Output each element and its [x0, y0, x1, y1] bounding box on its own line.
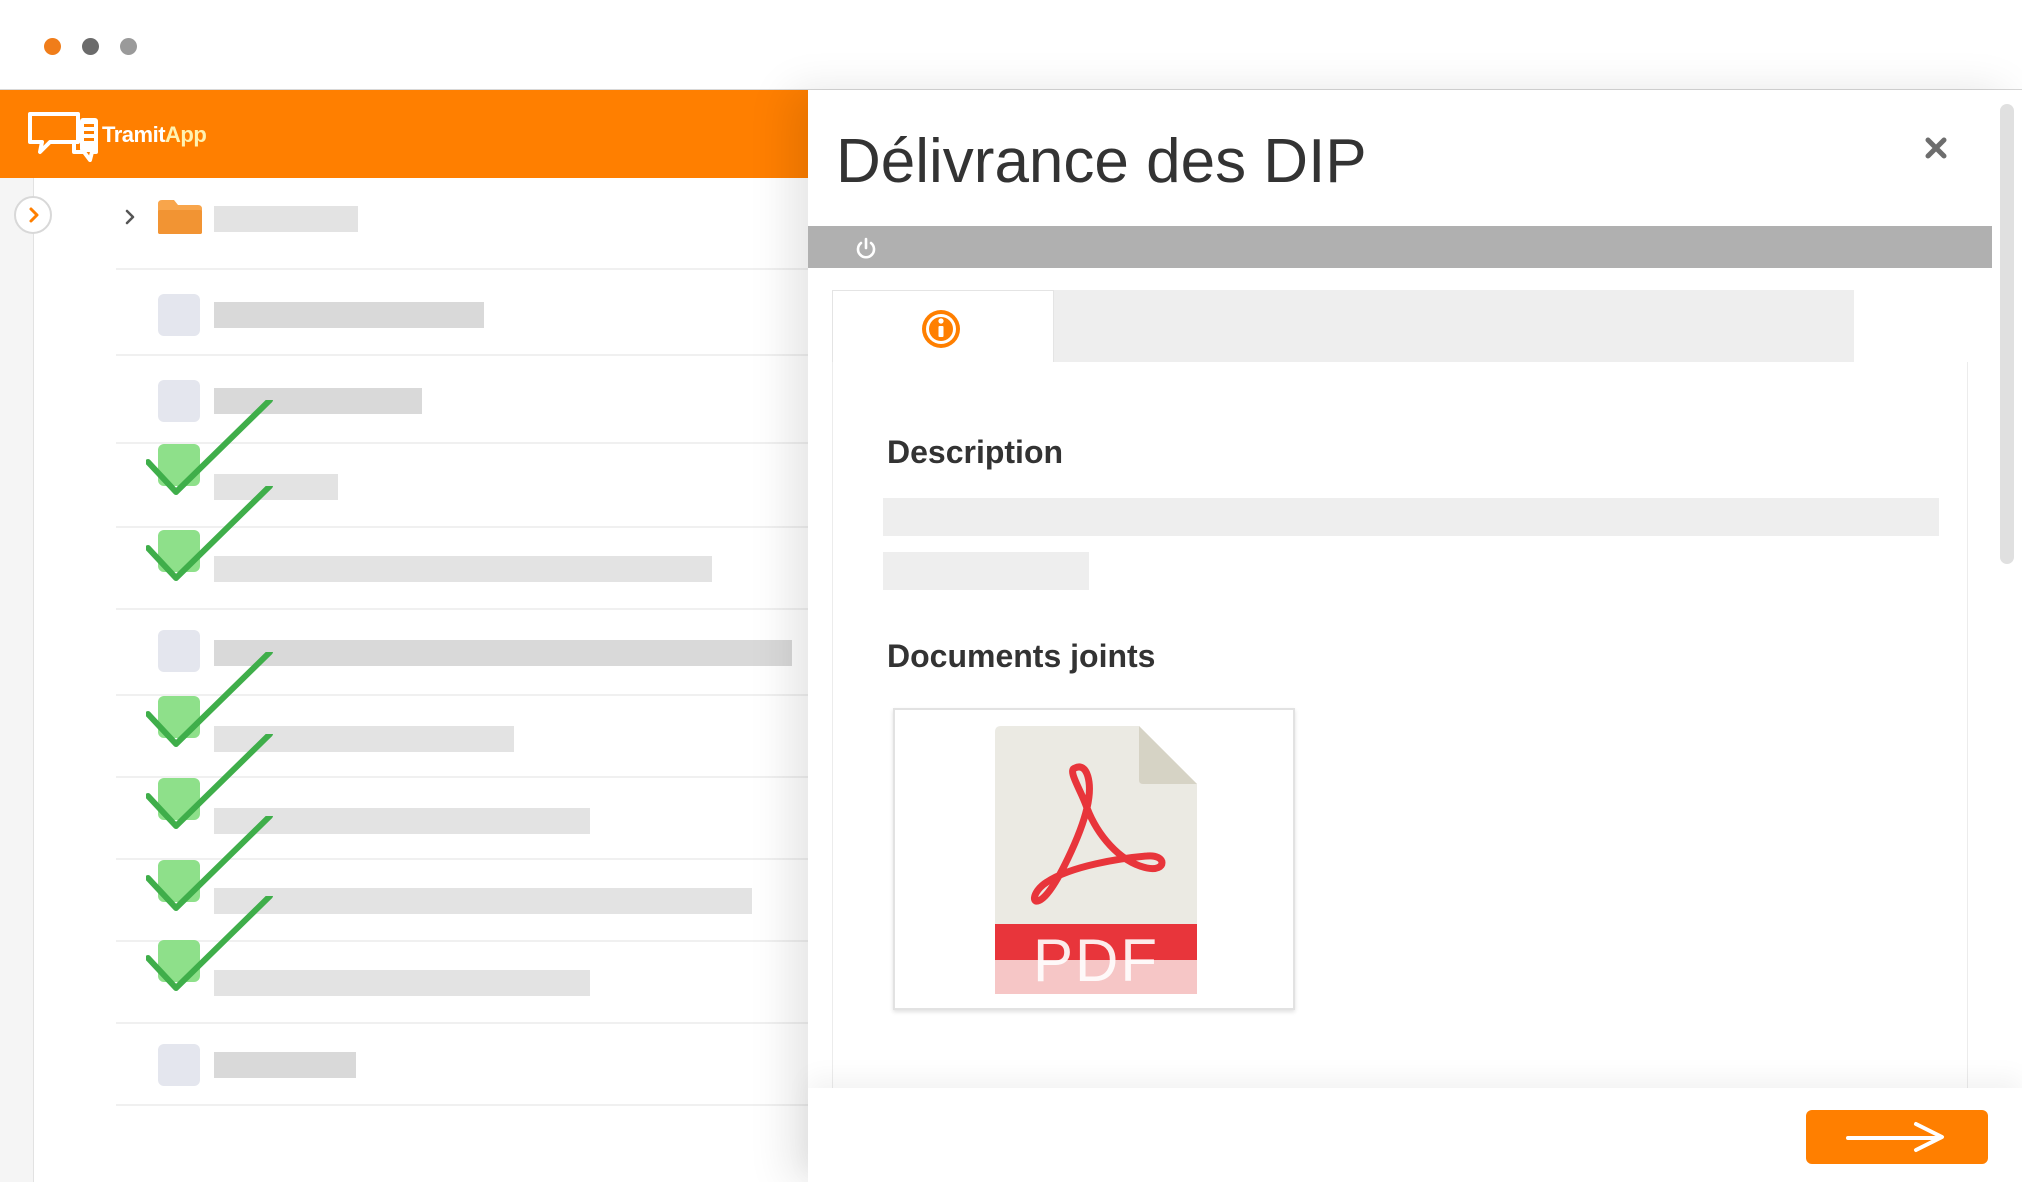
row-separator	[116, 1104, 808, 1106]
tree-list	[0, 178, 808, 1182]
row-text-placeholder	[214, 970, 590, 996]
brand-name-part2: App	[165, 122, 207, 147]
row-checkbox[interactable]	[158, 1044, 200, 1086]
panel-title: Délivrance des DIP	[836, 127, 1367, 196]
panel-toolbar	[808, 226, 1992, 268]
description-line-placeholder	[883, 498, 1939, 536]
brand-name-part1: Tramit	[102, 122, 166, 147]
row-text-placeholder	[214, 888, 752, 914]
section-documents-heading: Documents joints	[887, 638, 1156, 674]
panel-scrollbar[interactable]	[2000, 104, 2014, 564]
content-card: Description Documents joints PDF	[832, 362, 1968, 1182]
brand-logo[interactable]: TramitApp	[26, 104, 226, 164]
row-text-placeholder	[214, 556, 712, 582]
app-header: TramitApp	[0, 90, 808, 178]
row-text-placeholder	[214, 302, 484, 328]
arrow-right-icon	[1846, 1122, 1944, 1152]
row-text-placeholder	[214, 1052, 356, 1078]
power-icon	[856, 237, 876, 259]
panel-footer	[808, 1088, 2022, 1182]
window-dot-close[interactable]	[44, 38, 61, 55]
row-text-placeholder	[214, 640, 792, 666]
folder-icon	[158, 200, 202, 234]
detail-panel: Délivrance des DIP Description Documents…	[808, 90, 2022, 1182]
tab-info[interactable]	[832, 290, 1054, 362]
close-button[interactable]	[1916, 128, 1956, 168]
tree-expand-icon[interactable]	[122, 206, 140, 228]
description-line-placeholder	[883, 552, 1089, 590]
section-description-heading: Description	[887, 434, 1064, 470]
folder-name-placeholder	[214, 206, 358, 232]
row-separator	[116, 1022, 808, 1024]
pdf-attachment[interactable]: PDF	[893, 708, 1295, 1010]
power-button[interactable]	[852, 234, 880, 262]
speech-bubbles-icon	[28, 112, 98, 162]
close-icon	[1925, 137, 1947, 159]
row-separator	[116, 608, 808, 610]
row-checkbox[interactable]	[158, 294, 200, 336]
pdf-label: PDF	[1033, 927, 1159, 994]
info-icon	[922, 310, 960, 348]
row-separator	[116, 354, 808, 356]
window-dot-minimize[interactable]	[82, 38, 99, 55]
window-dot-zoom[interactable]	[120, 38, 137, 55]
row-separator	[116, 268, 808, 270]
next-button[interactable]	[1806, 1110, 1988, 1164]
window-titlebar	[0, 0, 2022, 90]
